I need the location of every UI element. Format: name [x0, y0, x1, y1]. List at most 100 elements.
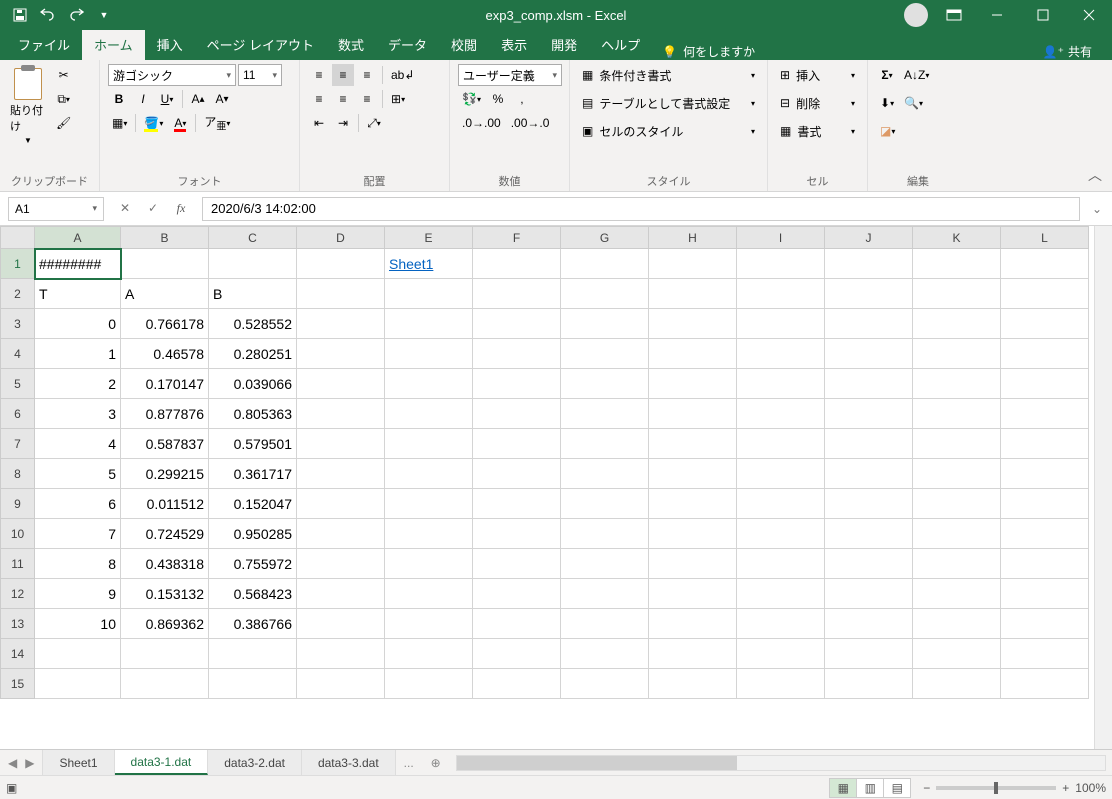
cell-F5[interactable]: [473, 369, 561, 399]
cell-H2[interactable]: [649, 279, 737, 309]
cell-A8[interactable]: 5: [35, 459, 121, 489]
qat-customize-icon[interactable]: ▼: [92, 3, 116, 27]
sheet-tabs-more[interactable]: ...: [396, 750, 422, 775]
cell-F8[interactable]: [473, 459, 561, 489]
expand-formula-bar-button[interactable]: ⌄: [1088, 202, 1106, 216]
record-macro-button[interactable]: ▣: [6, 781, 17, 795]
cell-H7[interactable]: [649, 429, 737, 459]
decrease-font-button[interactable]: A▾: [211, 88, 233, 110]
cell-J12[interactable]: [825, 579, 913, 609]
cell-L10[interactable]: [1001, 519, 1089, 549]
tab-view[interactable]: 表示: [489, 29, 539, 60]
share-button[interactable]: 👤⁺ 共有: [1029, 43, 1106, 60]
cell-G7[interactable]: [561, 429, 649, 459]
cell-J1[interactable]: [825, 249, 913, 279]
conditional-formatting-button[interactable]: ▦条件付き書式▾: [578, 64, 759, 86]
cell-C8[interactable]: 0.361717: [209, 459, 297, 489]
cell-I12[interactable]: [737, 579, 825, 609]
clear-button[interactable]: ◪▾: [876, 120, 899, 142]
tab-home[interactable]: ホーム: [82, 29, 145, 60]
cell-L2[interactable]: [1001, 279, 1089, 309]
align-left-button[interactable]: ≡: [308, 88, 330, 110]
cell-L14[interactable]: [1001, 639, 1089, 669]
row-header-9[interactable]: 9: [1, 489, 35, 519]
cell-H11[interactable]: [649, 549, 737, 579]
cell-C6[interactable]: 0.805363: [209, 399, 297, 429]
cell-F15[interactable]: [473, 669, 561, 699]
cell-H12[interactable]: [649, 579, 737, 609]
cell-F9[interactable]: [473, 489, 561, 519]
cell-J8[interactable]: [825, 459, 913, 489]
ribbon-display-options-icon[interactable]: [934, 0, 974, 30]
cell-B7[interactable]: 0.587837: [121, 429, 209, 459]
cell-G13[interactable]: [561, 609, 649, 639]
cell-B14[interactable]: [121, 639, 209, 669]
cell-G12[interactable]: [561, 579, 649, 609]
cell-B4[interactable]: 0.46578: [121, 339, 209, 369]
row-header-12[interactable]: 12: [1, 579, 35, 609]
cell-A14[interactable]: [35, 639, 121, 669]
cell-E11[interactable]: [385, 549, 473, 579]
find-select-button[interactable]: 🔍▾: [900, 92, 927, 114]
col-header-J[interactable]: J: [825, 227, 913, 249]
tab-help[interactable]: ヘルプ: [589, 29, 652, 60]
tab-insert[interactable]: 挿入: [145, 29, 195, 60]
cell-G3[interactable]: [561, 309, 649, 339]
cell-D8[interactable]: [297, 459, 385, 489]
cell-L12[interactable]: [1001, 579, 1089, 609]
cell-L9[interactable]: [1001, 489, 1089, 519]
cell-H4[interactable]: [649, 339, 737, 369]
row-header-1[interactable]: 1: [1, 249, 35, 279]
cell-J15[interactable]: [825, 669, 913, 699]
cell-H9[interactable]: [649, 489, 737, 519]
page-break-view-button[interactable]: ▤: [883, 778, 911, 798]
normal-view-button[interactable]: ▦: [829, 778, 857, 798]
undo-icon[interactable]: [36, 3, 60, 27]
cell-F3[interactable]: [473, 309, 561, 339]
cell-I8[interactable]: [737, 459, 825, 489]
cell-K9[interactable]: [913, 489, 1001, 519]
cell-B2[interactable]: A: [121, 279, 209, 309]
cell-E4[interactable]: [385, 339, 473, 369]
format-painter-button[interactable]: 🖌: [52, 112, 75, 134]
delete-cells-button[interactable]: ⊟削除▾: [776, 92, 859, 114]
cell-G1[interactable]: [561, 249, 649, 279]
cell-A15[interactable]: [35, 669, 121, 699]
cell-I9[interactable]: [737, 489, 825, 519]
cell-G2[interactable]: [561, 279, 649, 309]
cell-E7[interactable]: [385, 429, 473, 459]
new-sheet-button[interactable]: ⊕: [422, 750, 450, 775]
cell-J13[interactable]: [825, 609, 913, 639]
horizontal-scrollbar[interactable]: [456, 755, 1106, 771]
cell-G4[interactable]: [561, 339, 649, 369]
col-header-F[interactable]: F: [473, 227, 561, 249]
col-header-I[interactable]: I: [737, 227, 825, 249]
col-header-E[interactable]: E: [385, 227, 473, 249]
cell-C12[interactable]: 0.568423: [209, 579, 297, 609]
cell-E2[interactable]: [385, 279, 473, 309]
cell-F11[interactable]: [473, 549, 561, 579]
cell-A5[interactable]: 2: [35, 369, 121, 399]
cell-D9[interactable]: [297, 489, 385, 519]
autosum-button[interactable]: Σ▾: [876, 64, 898, 86]
percent-button[interactable]: %: [487, 88, 509, 110]
cell-L6[interactable]: [1001, 399, 1089, 429]
cell-B5[interactable]: 0.170147: [121, 369, 209, 399]
cell-J10[interactable]: [825, 519, 913, 549]
cell-K2[interactable]: [913, 279, 1001, 309]
formula-input[interactable]: 2020/6/3 14:02:00: [202, 197, 1080, 221]
increase-decimal-button[interactable]: .0→.00: [458, 112, 505, 134]
cell-F13[interactable]: [473, 609, 561, 639]
cell-K8[interactable]: [913, 459, 1001, 489]
cell-H3[interactable]: [649, 309, 737, 339]
cell-F10[interactable]: [473, 519, 561, 549]
cell-D4[interactable]: [297, 339, 385, 369]
user-avatar[interactable]: [904, 3, 928, 27]
cell-B10[interactable]: 0.724529: [121, 519, 209, 549]
cell-C4[interactable]: 0.280251: [209, 339, 297, 369]
cell-F6[interactable]: [473, 399, 561, 429]
cell-A9[interactable]: 6: [35, 489, 121, 519]
row-header-2[interactable]: 2: [1, 279, 35, 309]
cell-A13[interactable]: 10: [35, 609, 121, 639]
cell-H6[interactable]: [649, 399, 737, 429]
